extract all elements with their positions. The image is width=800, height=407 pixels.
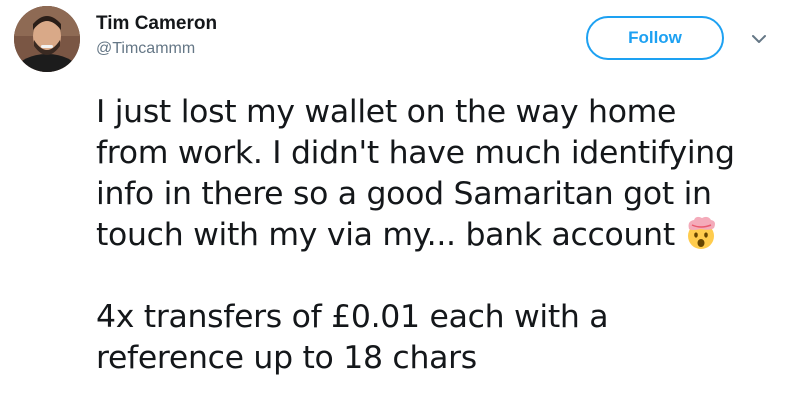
author-info: Tim Cameron @Timcammm bbox=[96, 12, 217, 60]
tweet-card: Tim Cameron @Timcammm Follow I just lost… bbox=[0, 0, 800, 407]
avatar-image bbox=[14, 6, 80, 72]
avatar[interactable] bbox=[14, 6, 80, 72]
tweet-text: I just lost my wallet on the way home fr… bbox=[96, 92, 786, 379]
author-display-name[interactable]: Tim Cameron bbox=[96, 12, 217, 36]
tweet-paragraph-1: I just lost my wallet on the way home fr… bbox=[96, 94, 735, 253]
tweet-paragraph-2: 4x transfers of £0.01 each with a refere… bbox=[96, 299, 609, 376]
author-handle[interactable]: @Timcammm bbox=[96, 38, 217, 60]
exploding-head-emoji bbox=[687, 216, 715, 249]
chevron-down-icon[interactable] bbox=[748, 28, 770, 50]
follow-button[interactable]: Follow bbox=[586, 16, 724, 60]
